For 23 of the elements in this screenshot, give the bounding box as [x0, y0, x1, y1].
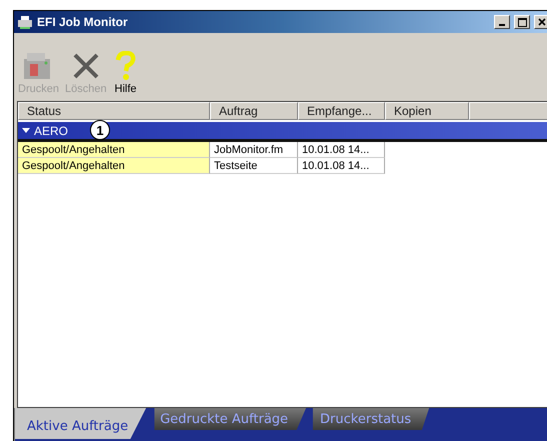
column-header[interactable]: Kopien [385, 102, 469, 120]
window-title: EFI Job Monitor [37, 15, 129, 29]
table-cell: 10.01.08 14... [298, 158, 385, 174]
maximize-button[interactable] [514, 15, 530, 29]
column-header[interactable]: Status [18, 102, 210, 120]
table-cell: Gespoolt/Angehalten [18, 158, 210, 174]
table-cell: JobMonitor.fm [210, 142, 298, 158]
table-cell: 10.01.08 14... [298, 142, 385, 158]
column-header[interactable]: Auftrag [210, 102, 298, 120]
minimize-button[interactable] [494, 15, 510, 29]
tab[interactable]: Aktive Aufträge [15, 408, 146, 439]
delete-icon [70, 51, 101, 81]
toolbar-button[interactable]: Hilfe [110, 51, 141, 95]
close-icon [538, 18, 546, 26]
maximize-icon [518, 18, 526, 26]
column-header[interactable]: Empfange... [298, 102, 385, 120]
printer-icon [17, 15, 33, 29]
table-cell: Testseite [210, 158, 298, 174]
callout-number: 1 [90, 120, 110, 140]
table-cell: Gespoolt/Angehalten [18, 142, 210, 158]
group-row[interactable]: AERO 1 [18, 122, 547, 142]
group-label: AERO [34, 124, 68, 138]
close-button[interactable] [534, 15, 547, 29]
